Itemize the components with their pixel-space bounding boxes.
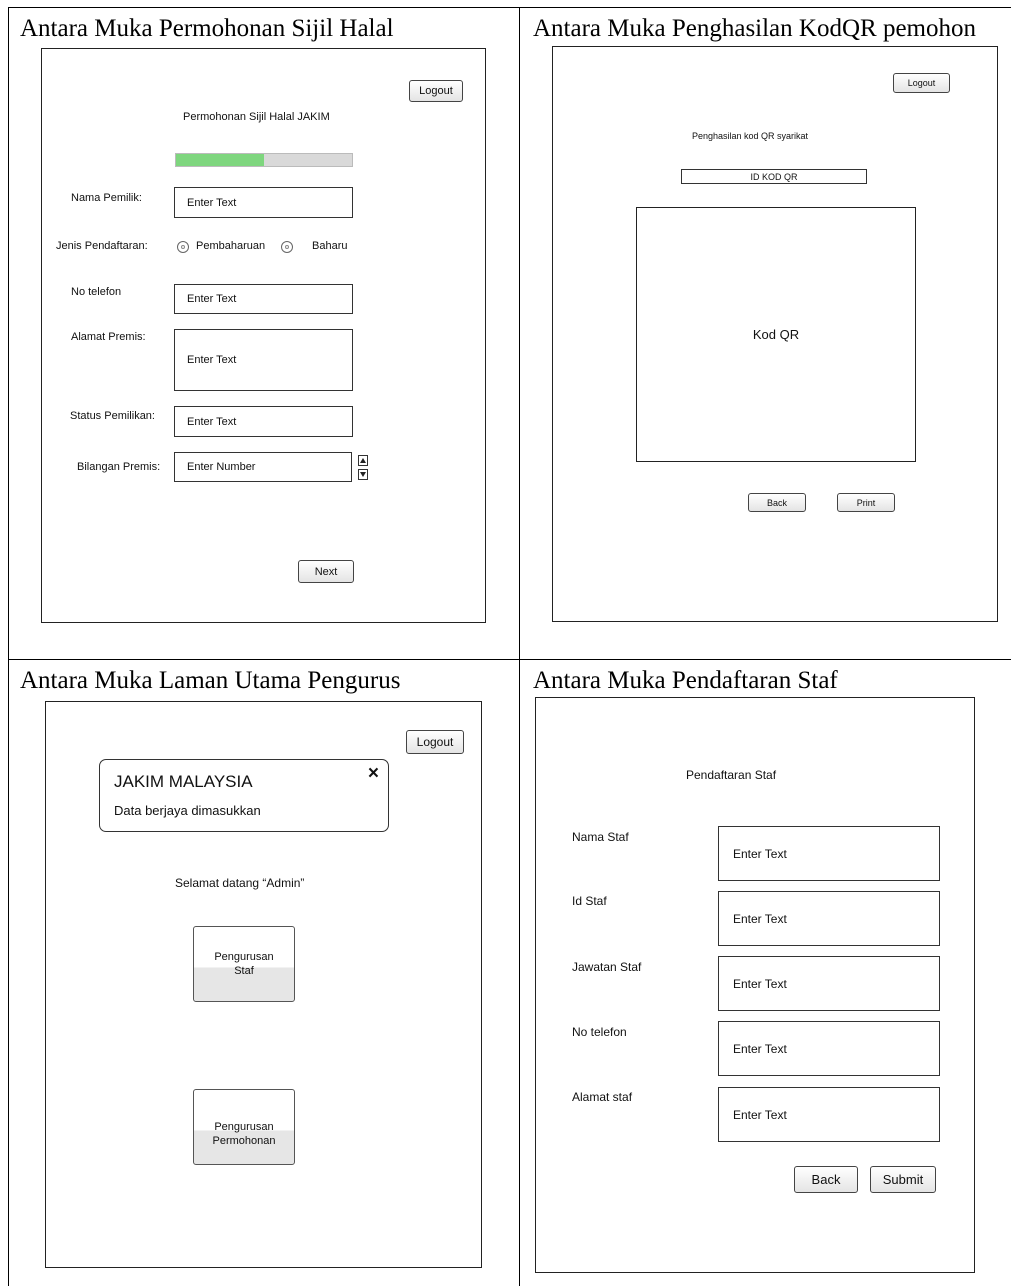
kod-qr-box: Kod QR (636, 207, 916, 462)
id-kod-qr-field[interactable]: ID KOD QR (681, 169, 867, 184)
staf-submit-button[interactable]: Submit (870, 1166, 936, 1193)
close-icon[interactable]: × (368, 763, 379, 785)
baharu-label: Baharu (312, 240, 348, 252)
status-pemilikan-label: Status Pemilikan: (70, 410, 155, 422)
stepper-down-button[interactable] (358, 469, 368, 480)
permohonan-progress-bar (175, 153, 353, 167)
triangle-up-icon (360, 458, 366, 463)
table-middle-border (8, 659, 1011, 660)
status-pemilikan-input[interactable]: Enter Text (174, 406, 353, 437)
kodqr-logout-button[interactable]: Logout (893, 73, 950, 93)
nama-pemilik-input[interactable]: Enter Text (174, 187, 353, 218)
staf-telefon-input[interactable]: Enter Text (718, 1021, 940, 1076)
pembaharuan-radio[interactable] (177, 241, 189, 253)
table-center-divider (519, 7, 520, 1286)
staf-heading: Pendaftaran Staf (686, 768, 777, 782)
table-left-border (8, 7, 9, 1286)
cell-title-pengurus: Antara Muka Laman Utama Pengurus (20, 667, 401, 694)
alamat-staf-label: Alamat staf (572, 1090, 633, 1104)
jawatan-staf-input[interactable]: Enter Text (718, 956, 940, 1011)
bilangan-premis-label: Bilangan Premis: (77, 461, 161, 473)
stepper-up-button[interactable] (358, 455, 368, 466)
alert-message: Data berjaya dimasukkan (114, 803, 261, 818)
kod-qr-label: Kod QR (752, 327, 800, 342)
bilangan-premis-input[interactable]: Enter Number (174, 452, 352, 482)
id-staf-label: Id Staf (572, 894, 607, 908)
no-telefon-label: No telefon (71, 286, 122, 298)
pengurus-logout-button[interactable]: Logout (406, 730, 464, 754)
kodqr-print-button[interactable]: Print (837, 493, 895, 512)
alert-title: JAKIM MALAYSIA (114, 772, 253, 791)
jawatan-staf-label: Jawatan Staf (572, 960, 642, 974)
success-alert: JAKIM MALAYSIA Data berjaya dimasukkan × (99, 759, 389, 832)
cell-title-kodqr: Antara Muka Penghasilan KodQR pemohon (533, 15, 976, 42)
pengurusan-staf-label: Pengurusan Staf (214, 951, 274, 977)
staf-back-button[interactable]: Back (794, 1166, 858, 1193)
triangle-down-icon (360, 472, 366, 477)
pengurusan-permohonan-label: Pengurusan Permohonan (212, 1121, 276, 1147)
permohonan-heading: Permohonan Sijil Halal JAKIM (183, 111, 330, 123)
jenis-pendaftaran-label: Jenis Pendaftaran: (56, 240, 148, 252)
permohonan-next-button[interactable]: Next (298, 560, 354, 583)
id-staf-input[interactable]: Enter Text (718, 891, 940, 946)
progress-fill (176, 154, 264, 166)
welcome-text: Selamat datang “Admin” (175, 876, 305, 890)
pengurusan-staf-button[interactable]: Pengurusan Staf (193, 926, 295, 1002)
alamat-premis-label: Alamat Premis: (71, 331, 146, 343)
pembaharuan-label: Pembaharuan (196, 240, 266, 252)
permohonan-logout-button[interactable]: Logout (409, 80, 463, 102)
no-telefon-input[interactable]: Enter Text (174, 284, 353, 314)
kodqr-heading: Penghasilan kod QR syarikat (692, 131, 809, 141)
nama-pemilik-label: Nama Pemilik: (71, 192, 142, 204)
cell-title-permohonan: Antara Muka Permohonan Sijil Halal (20, 15, 394, 42)
baharu-radio[interactable] (281, 241, 293, 253)
staf-telefon-label: No telefon (572, 1025, 627, 1039)
kodqr-back-button[interactable]: Back (748, 493, 806, 512)
alamat-premis-input[interactable]: Enter Text (174, 329, 353, 391)
nama-staf-input[interactable]: Enter Text (718, 826, 940, 881)
table-top-border (8, 7, 1011, 8)
alamat-staf-input[interactable]: Enter Text (718, 1087, 940, 1142)
pengurusan-permohonan-button[interactable]: Pengurusan Permohonan (193, 1089, 295, 1165)
cell-title-staf: Antara Muka Pendaftaran Staf (533, 667, 838, 694)
nama-staf-label: Nama Staf (572, 830, 629, 844)
